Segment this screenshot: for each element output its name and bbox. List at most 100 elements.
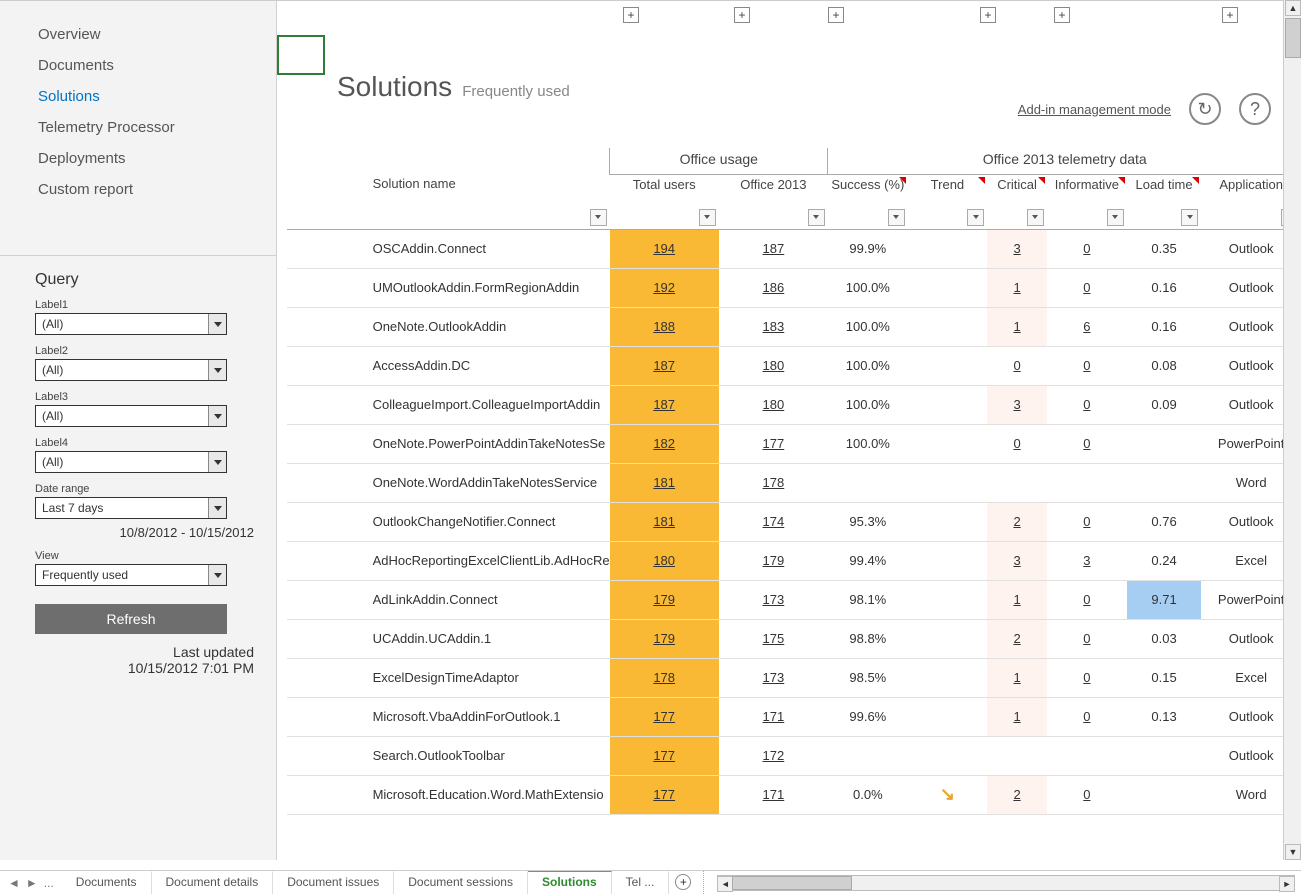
cell-critical[interactable]: 1 [987, 697, 1047, 736]
cell-solution-name[interactable]: ExcelDesignTimeAdaptor [327, 658, 610, 697]
cell-informative[interactable]: 0 [1047, 697, 1127, 736]
query-select-3[interactable]: (All) [35, 405, 227, 427]
dropdown-arrow-icon[interactable] [208, 498, 226, 518]
expand-button[interactable]: + [623, 7, 639, 23]
cell-solution-name[interactable]: ColleagueImport.ColleagueImportAddin [327, 385, 610, 424]
cell-informative[interactable]: 0 [1047, 385, 1127, 424]
tab-next-icon[interactable]: ► [26, 876, 38, 890]
cell-informative[interactable]: 0 [1047, 268, 1127, 307]
cell-critical[interactable]: 1 [987, 658, 1047, 697]
tab-more-icon[interactable]: ... [44, 876, 54, 890]
cell-total-users[interactable]: 178 [610, 658, 719, 697]
cell-critical[interactable] [987, 736, 1047, 775]
cell-informative[interactable]: 6 [1047, 307, 1127, 346]
filter-icon[interactable] [1027, 209, 1044, 226]
cell-solution-name[interactable]: AdHocReportingExcelClientLib.AdHocRe [327, 541, 610, 580]
cell-critical[interactable] [987, 463, 1047, 502]
cell-critical[interactable]: 3 [987, 229, 1047, 268]
cell-informative[interactable]: 0 [1047, 346, 1127, 385]
vertical-scrollbar[interactable]: ▲ ▼ [1283, 0, 1301, 860]
cell-solution-name[interactable]: OneNote.PowerPointAddinTakeNotesSe [327, 424, 610, 463]
date-range-select[interactable]: Last 7 days [35, 497, 227, 519]
cell-solution-name[interactable]: OneNote.WordAddinTakeNotesService [327, 463, 610, 502]
cell-total-users[interactable]: 177 [610, 736, 719, 775]
query-select-2[interactable]: (All) [35, 359, 227, 381]
cell-total-users[interactable]: 177 [610, 775, 719, 814]
scroll-right-button[interactable]: ► [1279, 876, 1295, 892]
cell-solution-name[interactable]: OutlookChangeNotifier.Connect [327, 502, 610, 541]
cell-office-2013[interactable]: 174 [719, 502, 828, 541]
col-critical[interactable]: Critical [987, 174, 1047, 229]
expand-button[interactable]: + [734, 7, 750, 23]
filter-icon[interactable] [808, 209, 825, 226]
cell-informative[interactable]: 0 [1047, 580, 1127, 619]
cell-informative[interactable]: 0 [1047, 424, 1127, 463]
cell-solution-name[interactable]: UMOutlookAddin.FormRegionAddin [327, 268, 610, 307]
cell-informative[interactable]: 0 [1047, 229, 1127, 268]
tab-document-sessions[interactable]: Document sessions [394, 871, 528, 894]
cell-solution-name[interactable]: OSCAddin.Connect [327, 229, 610, 268]
tab-tel-[interactable]: Tel ... [612, 871, 670, 894]
filter-icon[interactable] [699, 209, 716, 226]
cell-solution-name[interactable]: UCAddin.UCAddin.1 [327, 619, 610, 658]
nav-item-solutions[interactable]: Solutions [0, 81, 276, 112]
cell-informative[interactable]: 0 [1047, 619, 1127, 658]
cell-office-2013[interactable]: 183 [719, 307, 828, 346]
cell-critical[interactable]: 3 [987, 541, 1047, 580]
cell-critical[interactable]: 2 [987, 619, 1047, 658]
expand-button[interactable]: + [828, 7, 844, 23]
filter-icon[interactable] [590, 209, 607, 226]
dropdown-arrow-icon[interactable] [208, 565, 226, 585]
cell-critical[interactable]: 1 [987, 580, 1047, 619]
nav-item-deployments[interactable]: Deployments [0, 143, 276, 174]
nav-item-overview[interactable]: Overview [0, 19, 276, 50]
col-solution-name[interactable]: Solution name [327, 174, 610, 229]
addin-mode-link[interactable]: Add-in management mode [1018, 102, 1171, 117]
filter-icon[interactable] [967, 209, 984, 226]
col-informative[interactable]: Informative [1047, 174, 1127, 229]
dropdown-arrow-icon[interactable] [208, 452, 226, 472]
tab-prev-icon[interactable]: ◄ [8, 876, 20, 890]
scroll-down-button[interactable]: ▼ [1285, 844, 1301, 860]
expand-button[interactable]: + [1054, 7, 1070, 23]
cell-critical[interactable]: 3 [987, 385, 1047, 424]
cell-office-2013[interactable]: 186 [719, 268, 828, 307]
scroll-left-button[interactable]: ◄ [717, 876, 733, 892]
cell-critical[interactable]: 2 [987, 775, 1047, 814]
cell-critical[interactable]: 1 [987, 268, 1047, 307]
cell-total-users[interactable]: 192 [610, 268, 719, 307]
cell-total-users[interactable]: 180 [610, 541, 719, 580]
dropdown-arrow-icon[interactable] [208, 360, 226, 380]
tab-document-issues[interactable]: Document issues [273, 871, 394, 894]
cell-critical[interactable]: 2 [987, 502, 1047, 541]
scroll-up-button[interactable]: ▲ [1285, 0, 1301, 16]
refresh-button[interactable]: Refresh [35, 604, 227, 634]
nav-item-custom-report[interactable]: Custom report [0, 174, 276, 205]
cell-office-2013[interactable]: 187 [719, 229, 828, 268]
cell-informative[interactable] [1047, 736, 1127, 775]
cell-total-users[interactable]: 182 [610, 424, 719, 463]
cell-total-users[interactable]: 179 [610, 619, 719, 658]
help-icon[interactable]: ? [1239, 93, 1271, 125]
cell-total-users[interactable]: 187 [610, 346, 719, 385]
cell-informative[interactable] [1047, 463, 1127, 502]
query-select-1[interactable]: (All) [35, 313, 227, 335]
cell-total-users[interactable]: 177 [610, 697, 719, 736]
nav-item-telemetry-processor[interactable]: Telemetry Processor [0, 112, 276, 143]
col-success[interactable]: Success (%) [828, 174, 908, 229]
col-load-time[interactable]: Load time [1127, 174, 1202, 229]
expand-button[interactable]: + [1222, 7, 1238, 23]
col-trend[interactable]: Trend [908, 174, 988, 229]
cell-office-2013[interactable]: 171 [719, 697, 828, 736]
active-cell[interactable] [277, 35, 325, 75]
expand-button[interactable]: + [980, 7, 996, 23]
cell-informative[interactable]: 0 [1047, 502, 1127, 541]
cell-informative[interactable]: 0 [1047, 658, 1127, 697]
cell-total-users[interactable]: 187 [610, 385, 719, 424]
cell-informative[interactable]: 3 [1047, 541, 1127, 580]
cell-office-2013[interactable]: 172 [719, 736, 828, 775]
cell-critical[interactable]: 0 [987, 424, 1047, 463]
cell-solution-name[interactable]: OneNote.OutlookAddin [327, 307, 610, 346]
cell-informative[interactable]: 0 [1047, 775, 1127, 814]
cell-total-users[interactable]: 181 [610, 502, 719, 541]
